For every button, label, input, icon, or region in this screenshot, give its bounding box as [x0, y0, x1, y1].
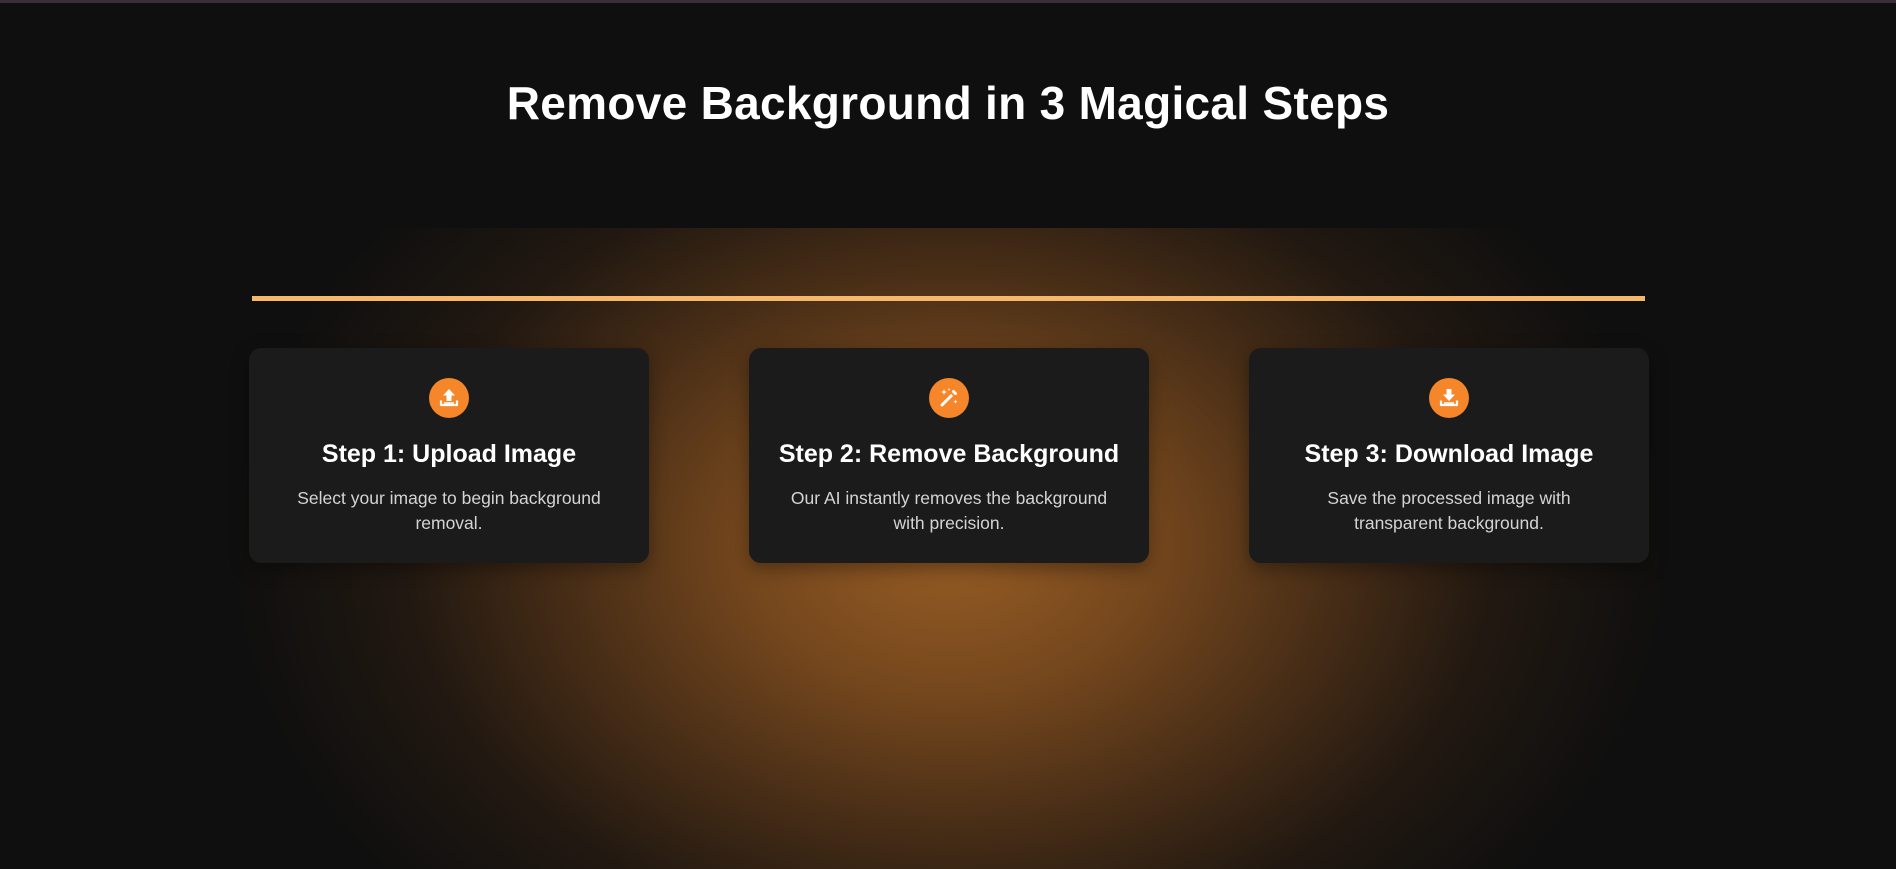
step-description: Save the processed image with transparen… — [1327, 488, 1571, 533]
step-card-download: Step 3: Download Image Save the processe… — [1249, 348, 1649, 563]
download-icon — [1429, 378, 1469, 418]
step-title: Step 3: Download Image — [1304, 440, 1594, 468]
upload-icon — [429, 378, 469, 418]
top-border — [0, 0, 1896, 3]
step-card-remove: Step 2: Remove Background Our AI instant… — [749, 348, 1149, 563]
step-description: Select your image to begin background re… — [297, 488, 601, 533]
step-card-upload: Step 1: Upload Image Select your image t… — [249, 348, 649, 563]
steps-divider — [252, 296, 1645, 301]
steps-container: Step 1: Upload Image Select your image t… — [249, 348, 1649, 563]
step-title: Step 1: Upload Image — [321, 440, 577, 468]
step-title: Step 2: Remove Background — [778, 440, 1120, 468]
step-description: Our AI instantly removes the background … — [790, 488, 1108, 533]
page-title: Remove Background in 3 Magical Steps — [506, 77, 1390, 129]
magic-wand-icon — [929, 378, 969, 418]
